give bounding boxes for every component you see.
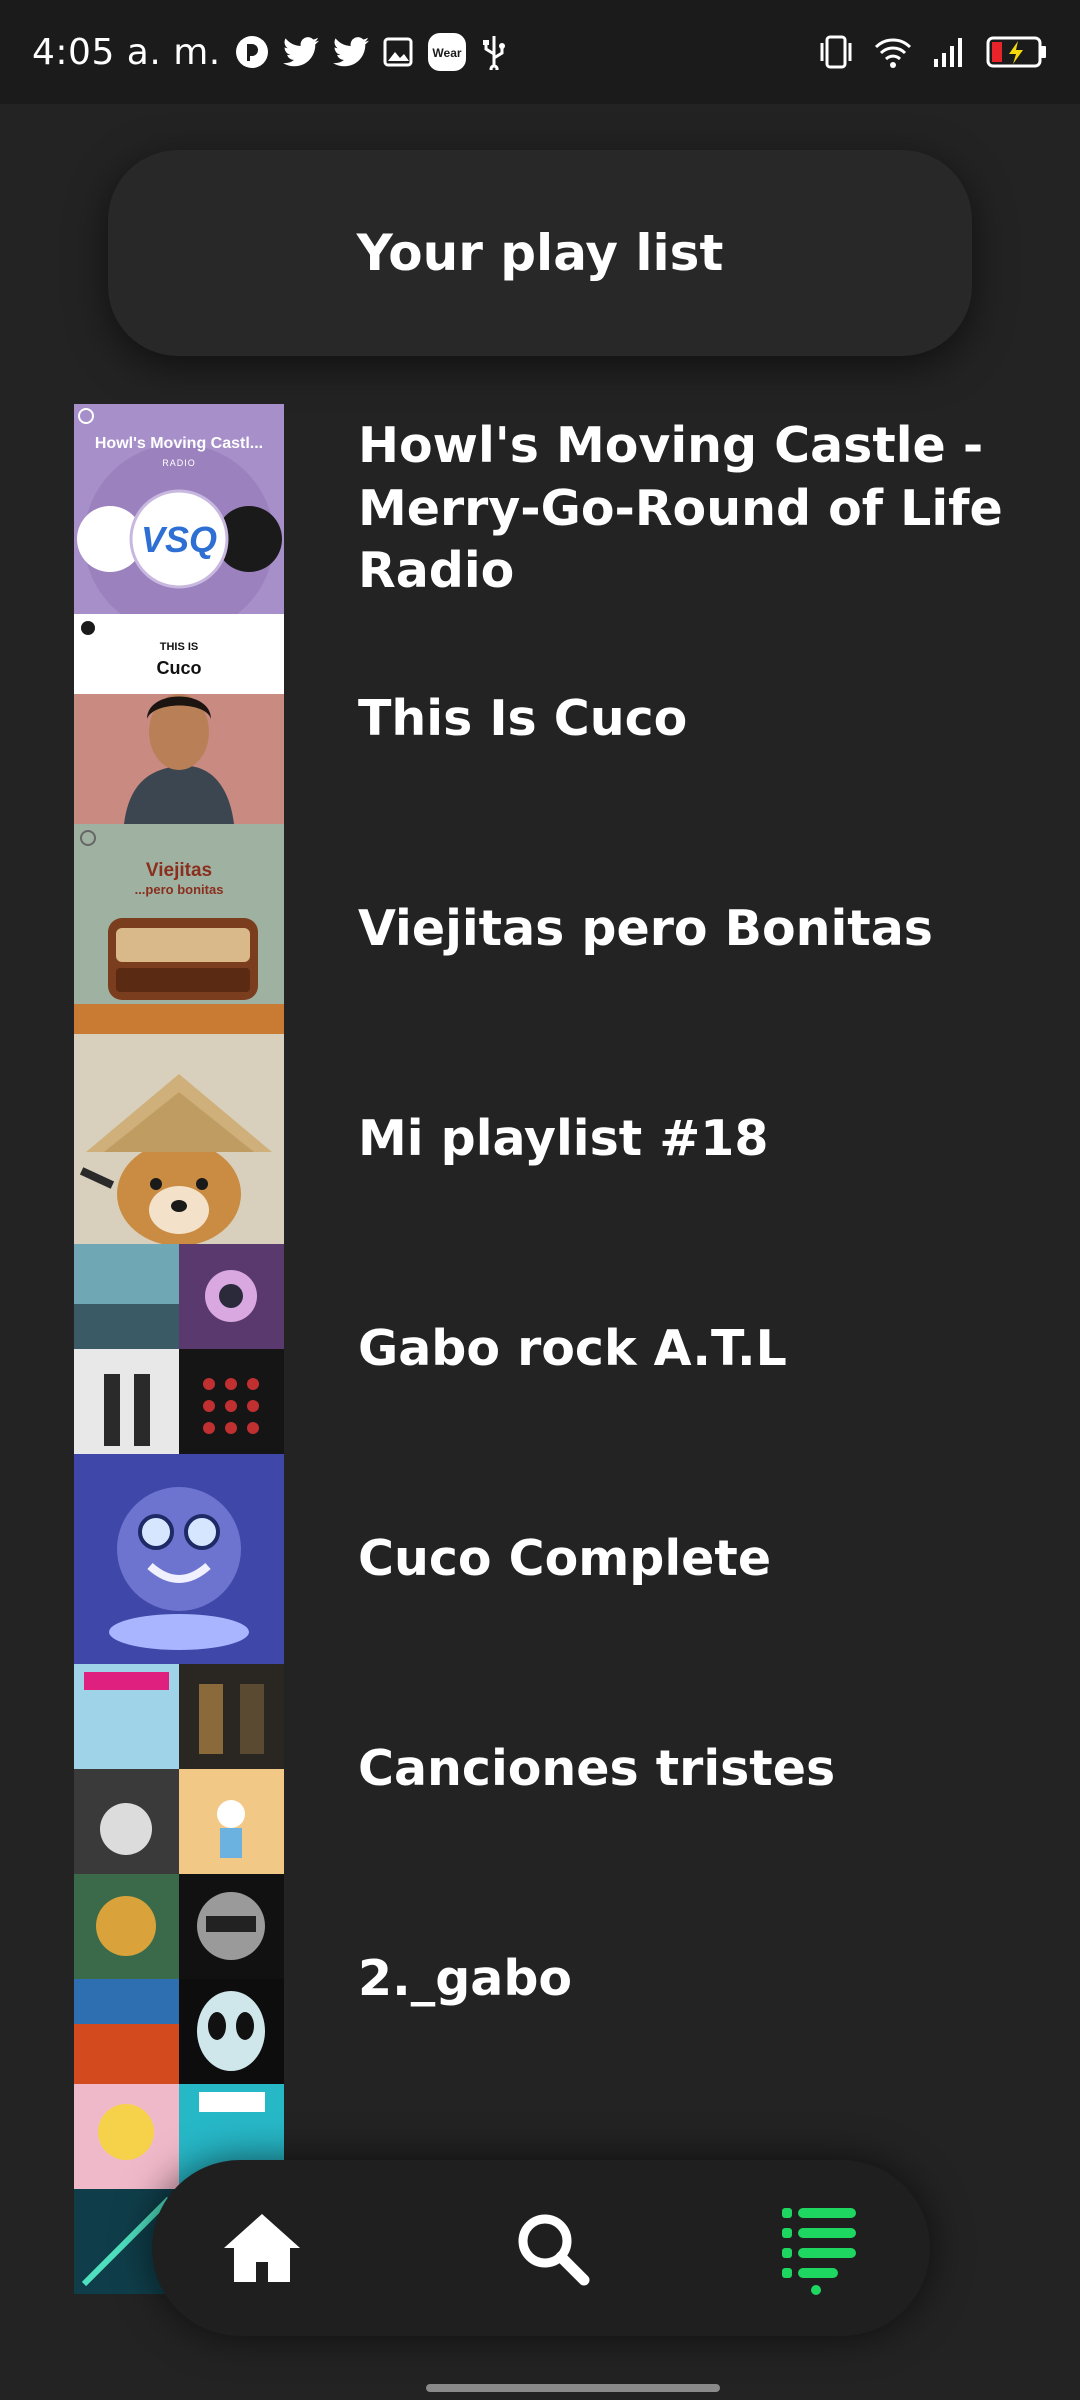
playlist-title: Gabo rock A.T.L <box>358 1319 787 1377</box>
playlist-item[interactable]: THIS IS Cuco This Is Cuco <box>0 614 1080 824</box>
playlist-cover: Viejitas ...pero bonitas <box>74 824 284 1034</box>
wear-icon: Wear <box>427 33 466 71</box>
playlist-item[interactable]: Viejitas ...pero bonitas Viejitas pero B… <box>0 824 1080 1034</box>
playlist-title: Viejitas pero Bonitas <box>358 899 933 957</box>
playlist-cover <box>74 1664 284 1874</box>
playlist-cover <box>74 1874 284 2084</box>
battery-charging-icon <box>986 36 1046 68</box>
playlist-title: Cuco Complete <box>358 1529 772 1587</box>
playlist-item[interactable]: Gabo rock A.T.L <box>0 1244 1080 1454</box>
playlist-cover: Howl's Moving Castl... RADIO VSQ <box>74 404 284 614</box>
svg-text:Howl's Moving Castl...: Howl's Moving Castl... <box>95 435 263 452</box>
playlist-list: Howl's Moving Castl... RADIO VSQ Howl's … <box>0 404 1080 2294</box>
svg-text:Cuco: Cuco <box>157 658 202 678</box>
notification-icons: Wear <box>235 32 507 72</box>
playlist-title: Mi playlist #18 <box>358 1109 769 1167</box>
home-indicator[interactable] <box>426 2384 720 2392</box>
bottom-nav <box>152 2160 930 2336</box>
playlist-item[interactable]: Mi playlist #18 <box>0 1034 1080 1244</box>
messenger-icon <box>235 36 268 68</box>
svg-text:Viejitas: Viejitas <box>146 860 212 881</box>
playlist-item[interactable]: Howl's Moving Castl... RADIO VSQ Howl's … <box>0 404 1080 614</box>
svg-text:...pero bonitas: ...pero bonitas <box>135 882 224 897</box>
playlist-item[interactable]: Canciones tristes <box>0 1664 1080 1874</box>
page-title: Your play list <box>356 224 724 282</box>
playlist-title: This Is Cuco <box>358 689 688 747</box>
search-icon[interactable] <box>512 2208 592 2288</box>
gallery-icon <box>383 37 413 67</box>
twitter-icon <box>332 37 369 67</box>
playlist-item[interactable]: Cuco Complete <box>0 1454 1080 1664</box>
playlist-title: 2._gabo <box>358 1949 573 2007</box>
svg-text:VSQ: VSQ <box>141 519 217 560</box>
nav-home[interactable] <box>202 2160 322 2336</box>
playlist-title: Howl's Moving Castle - Merry-Go-Round of… <box>358 416 1003 600</box>
home-icon[interactable] <box>220 2210 304 2286</box>
nav-search[interactable] <box>492 2160 612 2336</box>
playlist-title: Canciones tristes <box>358 1739 836 1797</box>
usb-icon <box>482 36 505 70</box>
svg-text:RADIO: RADIO <box>162 458 196 468</box>
playlist-item[interactable]: 2._gabo <box>0 1874 1080 2084</box>
svg-text:Wear: Wear <box>432 46 461 60</box>
playlist-cover <box>74 1244 284 1454</box>
system-icons <box>818 35 1048 69</box>
signal-icon <box>934 38 962 67</box>
nav-library[interactable] <box>760 2160 880 2336</box>
playlist-cover: THIS IS Cuco <box>74 614 284 824</box>
svg-text:THIS IS: THIS IS <box>160 641 199 653</box>
status-time: 4:05 a. m. <box>32 31 221 73</box>
playlist-cover <box>74 1034 284 1244</box>
wifi-icon <box>874 38 912 68</box>
header-card: Your play list <box>108 150 972 356</box>
status-bar: 4:05 a. m. Wear <box>0 0 1080 104</box>
vibrate-icon <box>820 35 852 69</box>
playlist-cover <box>74 1454 284 1664</box>
twitter-icon <box>282 37 319 67</box>
library-icon[interactable] <box>780 2200 860 2296</box>
